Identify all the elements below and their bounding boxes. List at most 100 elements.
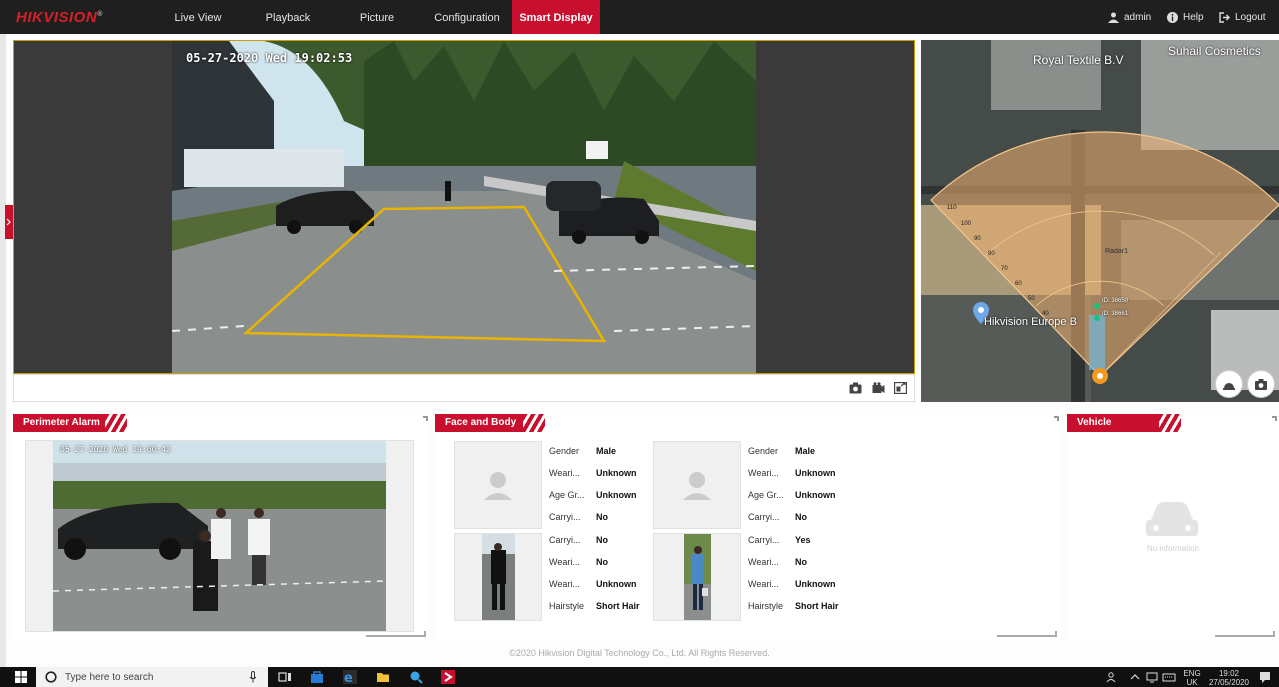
- target-label-2: ID: 38661: [1102, 311, 1129, 317]
- language-indicator[interactable]: ENG UK: [1180, 669, 1204, 687]
- help-link[interactable]: Help: [1167, 0, 1204, 34]
- vehicle-detection-panel: Vehicle Detection No information: [1067, 414, 1279, 641]
- taskbar-search-input[interactable]: Type here to search: [36, 667, 268, 687]
- camera-icon: [1255, 379, 1267, 390]
- attr-key: Hairstyle: [748, 601, 784, 611]
- attr-value: No: [596, 557, 608, 567]
- clock-time: 19:02: [1218, 669, 1240, 678]
- live-video-frame[interactable]: 05-27-2020 Wed 19:02:53: [13, 40, 915, 374]
- attr-value: No: [795, 512, 807, 522]
- nav-picture[interactable]: Picture: [338, 0, 416, 34]
- logout-link[interactable]: Logout: [1219, 0, 1266, 34]
- attr-key: Gender: [748, 446, 779, 456]
- language-code: ENG: [1183, 669, 1201, 678]
- attr-value: Unknown: [795, 468, 836, 478]
- map-label-suhail: Suhail Cosmetics: [1168, 44, 1261, 58]
- help-icon: [1167, 11, 1178, 23]
- windows-start-icon[interactable]: [15, 671, 27, 683]
- microphone-icon[interactable]: [249, 671, 257, 683]
- user-name: admin: [1124, 12, 1152, 23]
- attr-value: Male: [596, 446, 617, 456]
- range-tick: 100: [961, 221, 972, 227]
- attr-key: Weari...: [549, 468, 580, 478]
- store-icon[interactable]: [310, 670, 324, 684]
- hikvision-logo: HIKVISION®: [16, 9, 103, 26]
- sidebar-expand-handle[interactable]: [5, 205, 13, 239]
- range-tick: 40: [1042, 311, 1049, 317]
- system-clock[interactable]: 19:02 27/05/2020: [1205, 669, 1253, 687]
- vehicle-empty-text: No information: [1146, 544, 1200, 553]
- record-video-icon[interactable]: [872, 382, 885, 394]
- face-thumbnail: [653, 441, 741, 529]
- face-and-body-title: Face and Body: [435, 414, 545, 432]
- panel-corner: [1272, 416, 1277, 421]
- perimeter-alarm-title: Perimeter Alarm: [13, 414, 127, 432]
- network-icon[interactable]: [1145, 670, 1159, 684]
- task-view-icon[interactable]: [278, 670, 292, 684]
- hikvision-app-icon[interactable]: [441, 670, 455, 684]
- attr-key: Carryi...: [549, 535, 581, 545]
- attr-value: Unknown: [596, 468, 637, 478]
- attr-value: Unknown: [596, 490, 637, 500]
- windows-taskbar: Type here to search e ENG UK 19:02 27/05…: [0, 667, 1279, 687]
- face-thumbnail: [454, 441, 542, 529]
- vehicle-placeholder-icon: [1146, 502, 1198, 536]
- logout-icon: [1219, 12, 1230, 23]
- keyboard-icon[interactable]: [1162, 670, 1176, 684]
- attr-value: Yes: [795, 535, 811, 545]
- nav-live-view[interactable]: Live View: [158, 0, 238, 34]
- chevron-up-icon[interactable]: [1128, 670, 1142, 684]
- attr-key: Carryi...: [748, 535, 780, 545]
- notification-icon[interactable]: [1258, 670, 1272, 684]
- panel-corner: [366, 631, 426, 637]
- map-snapshot-button[interactable]: [1247, 370, 1275, 398]
- alarm-snapshot-image: [53, 441, 386, 631]
- panel-corner: [1215, 631, 1275, 637]
- panel-corner: [423, 416, 428, 421]
- body-thumbnail: [454, 533, 542, 621]
- attr-value: No: [596, 535, 608, 545]
- body-snapshot-image: [482, 534, 515, 620]
- attr-key: Weari...: [549, 557, 580, 567]
- perimeter-alarm-panel: Perimeter Alarm 05-27-2020 Wed 19:00:42: [13, 414, 430, 641]
- attr-value: Short Hair: [596, 601, 640, 611]
- nav-playback[interactable]: Playback: [248, 0, 328, 34]
- attr-key: Hairstyle: [549, 601, 585, 611]
- range-tick: 80: [988, 251, 995, 257]
- attr-value: Unknown: [795, 579, 836, 589]
- attr-key: Weari...: [549, 579, 580, 589]
- range-tick: 110: [947, 205, 957, 211]
- attr-value: Unknown: [795, 490, 836, 500]
- body-thumbnail: [653, 533, 741, 621]
- digital-zoom-icon[interactable]: [894, 382, 907, 394]
- perimeter-alarm-snapshot[interactable]: 05-27-2020 Wed 19:00:42: [25, 440, 414, 632]
- map-label-radar: Radar1: [1105, 248, 1128, 255]
- nav-smart-display[interactable]: Smart Display: [512, 0, 600, 34]
- range-tick: 60: [1015, 281, 1022, 287]
- attr-key: Carryi...: [748, 512, 780, 522]
- map-marker-icon: [1223, 383, 1235, 390]
- help-label: Help: [1183, 12, 1204, 23]
- attr-value: Male: [795, 446, 816, 456]
- attr-value: No: [596, 512, 608, 522]
- live-video-toolbar: [13, 374, 915, 402]
- top-navigation-bar: HIKVISION® Live View Playback Picture Co…: [0, 0, 1279, 34]
- search-app-icon[interactable]: [409, 670, 423, 684]
- map-layer-button[interactable]: [1215, 370, 1243, 398]
- nav-configuration[interactable]: Configuration: [424, 0, 510, 34]
- search-placeholder: Type here to search: [65, 672, 154, 683]
- people-icon[interactable]: [1105, 670, 1119, 684]
- live-video-scene: [14, 41, 914, 373]
- snapshot-camera-icon[interactable]: [849, 382, 862, 394]
- attr-value: No: [795, 557, 807, 567]
- body-snapshot-image: [684, 534, 711, 620]
- range-tick: 50: [1028, 296, 1035, 302]
- user-menu[interactable]: admin: [1108, 0, 1151, 34]
- target-label-1: ID: 38650: [1102, 298, 1129, 304]
- file-explorer-icon[interactable]: [376, 670, 390, 684]
- edge-browser-icon[interactable]: e: [343, 670, 357, 684]
- cortana-circle-icon: [45, 671, 57, 683]
- radar-map[interactable]: Royal Textile B.V Suhail Cosmetics Hikvi…: [921, 40, 1279, 402]
- attr-value: Unknown: [596, 579, 637, 589]
- logo-mark: ®: [97, 11, 103, 18]
